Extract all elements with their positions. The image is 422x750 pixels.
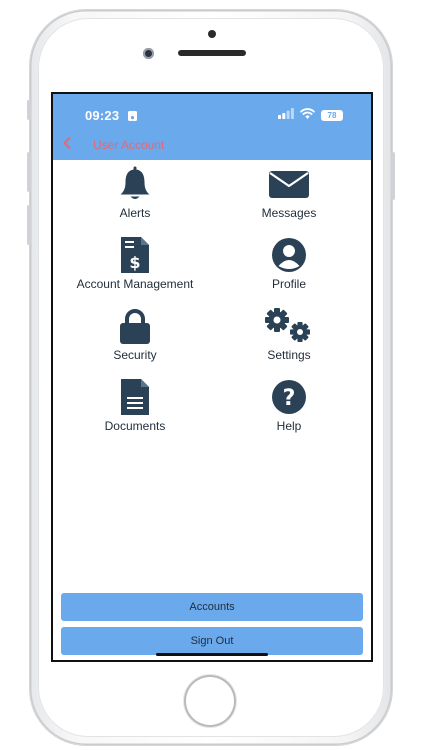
menu-label: Help <box>276 419 302 433</box>
volume-down-button <box>27 205 31 245</box>
document-icon <box>55 379 215 415</box>
battery-indicator: 78 <box>321 109 343 121</box>
app-header: 09:23 78 User Account <box>53 94 371 160</box>
lock-icon <box>55 308 215 344</box>
menu-item-alerts[interactable]: Alerts <box>55 166 215 230</box>
menu-label: Documents <box>104 419 166 433</box>
status-indicators: 78 <box>278 108 343 122</box>
envelope-icon <box>209 166 369 202</box>
svg-text:?: ? <box>283 386 296 411</box>
menu-label: Profile <box>271 277 306 291</box>
silent-switch <box>27 100 31 120</box>
menu-item-settings[interactable]: Settings <box>209 308 369 372</box>
earpiece-speaker <box>178 50 246 56</box>
sign-out-button[interactable]: Sign Out <box>61 627 363 655</box>
invoice-dollar-icon: $ <box>55 237 215 273</box>
menu-item-profile[interactable]: Profile <box>209 237 369 301</box>
home-indicator <box>156 653 268 656</box>
menu-label: Security <box>113 348 157 362</box>
menu-item-documents[interactable]: Documents <box>55 379 215 443</box>
user-circle-icon <box>209 237 369 273</box>
back-chevron-icon[interactable] <box>61 136 73 150</box>
person-badge-icon <box>128 111 137 123</box>
menu-item-help[interactable]: ? Help <box>209 379 369 443</box>
gears-icon <box>209 308 369 344</box>
menu-label: Account Management <box>76 277 194 291</box>
power-button <box>391 152 395 200</box>
menu-label: Messages <box>261 206 317 220</box>
menu-item-security[interactable]: Security <box>55 308 215 372</box>
home-button[interactable] <box>186 677 234 725</box>
app-screen: 09:23 78 User Account Alerts Messages $ … <box>51 92 373 662</box>
wifi-icon <box>300 106 315 124</box>
menu-item-account-management[interactable]: $ Account Management <box>55 237 215 301</box>
menu-label: Alerts <box>119 206 151 220</box>
cellular-signal-icon <box>278 106 294 124</box>
accounts-button[interactable]: Accounts <box>61 593 363 621</box>
volume-up-button <box>27 152 31 192</box>
bell-icon <box>55 166 215 202</box>
status-time: 09:23 <box>85 108 120 123</box>
nav-title: User Account <box>93 138 165 152</box>
proximity-sensor <box>208 30 216 38</box>
question-circle-icon: ? <box>209 379 369 415</box>
menu-item-messages[interactable]: Messages <box>209 166 369 230</box>
menu-label: Settings <box>267 348 311 362</box>
svg-text:$: $ <box>129 253 140 272</box>
front-camera <box>143 48 154 59</box>
